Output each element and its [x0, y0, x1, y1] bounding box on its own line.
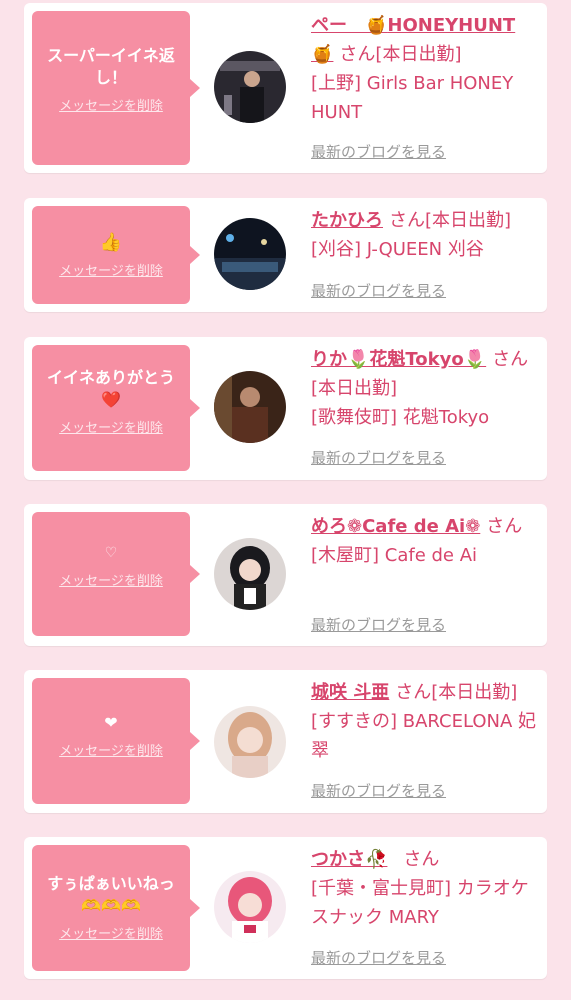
- cast-name-link[interactable]: つかさ🥀: [311, 849, 387, 870]
- shop-label: [すすきの] BARCELONA 妃翠: [311, 711, 537, 761]
- cast-info: 城咲 斗亜 さん[本日出勤] [すすきの] BARCELONA 妃翠: [311, 678, 543, 765]
- message-text: イイネありがとう❤️: [46, 368, 175, 409]
- shop-label: [歌舞伎町] 花魁Tokyo: [311, 407, 490, 428]
- cast-status: さん: [486, 516, 523, 537]
- message-bubble: ❤ メッセージを削除: [32, 678, 200, 804]
- avatar[interactable]: [214, 538, 286, 610]
- message-card: すぅぱぁいいねっ🫶🫶🫶 メッセージを削除 つかさ🥀 さん [千葉・富士見町] カラ…: [24, 837, 547, 979]
- message-card: スーパーイイネ返し！ メッセージを削除 ペー 🍯HONEYHUNT 🍯 さん[本日出…: [24, 3, 547, 173]
- avatar[interactable]: [214, 871, 286, 943]
- message-bubble: スーパーイイネ返し！ メッセージを削除: [32, 11, 200, 165]
- avatar[interactable]: [214, 218, 286, 290]
- message-card: イイネありがとう❤️ メッセージを削除 りか🌷花魁Tokyo🌷 さん[本日出勤] …: [24, 337, 547, 480]
- avatar[interactable]: [214, 51, 286, 123]
- avatar[interactable]: [214, 706, 286, 778]
- cast-info: たかひろ さん[本日出勤] [刈谷] J-QUEEN 刈谷: [311, 206, 543, 264]
- message-bubble: イイネありがとう❤️ メッセージを削除: [32, 345, 200, 471]
- latest-blog-link[interactable]: 最新のブログを見る: [311, 780, 446, 801]
- delete-message-link[interactable]: メッセージを削除: [59, 417, 163, 436]
- message-text: スーパーイイネ返し！: [47, 46, 175, 87]
- avatar[interactable]: [214, 371, 286, 443]
- cast-status: さん[本日出勤]: [389, 210, 512, 231]
- cast-name-link[interactable]: りか🌷花魁Tokyo🌷: [311, 349, 486, 370]
- cast-name-link[interactable]: 城咲 斗亜: [311, 682, 389, 703]
- cast-status: さん: [403, 849, 440, 870]
- cast-name-link[interactable]: たかひろ: [311, 210, 383, 231]
- shop-label: [上野] Girls Bar HONEY HUNT: [311, 73, 514, 123]
- cast-status: さん[本日出勤]: [395, 682, 518, 703]
- message-card: ♡ メッセージを削除 めろ❁Cafe de Ai❁ さん [木屋町] Cafe d…: [24, 504, 547, 646]
- shop-label: [千葉・富士見町] カラオケスナック MARY: [311, 878, 529, 928]
- honey-pot-icon: 🍯: [365, 15, 388, 36]
- message-bubble: すぅぱぁいいねっ🫶🫶🫶 メッセージを削除: [32, 845, 200, 971]
- message-list: スーパーイイネ返し！ メッセージを削除 ペー 🍯HONEYHUNT 🍯 さん[本日出…: [0, 0, 571, 1000]
- delete-message-link[interactable]: メッセージを削除: [59, 570, 163, 589]
- delete-message-link[interactable]: メッセージを削除: [59, 260, 163, 279]
- thumbs-up-icon: 👍: [99, 232, 123, 253]
- cast-status: さん[本日出勤]: [339, 44, 462, 65]
- heart-outline-icon: ♡: [104, 545, 118, 561]
- delete-message-link[interactable]: メッセージを削除: [59, 740, 163, 759]
- shop-label: [刈谷] J-QUEEN 刈谷: [311, 239, 484, 260]
- shop-label: [木屋町] Cafe de Ai: [311, 545, 478, 566]
- message-text: すぅぱぁいいねっ🫶🫶🫶: [47, 874, 175, 915]
- delete-message-link[interactable]: メッセージを削除: [59, 95, 163, 114]
- cast-info: めろ❁Cafe de Ai❁ さん [木屋町] Cafe de Ai: [311, 512, 543, 570]
- latest-blog-link[interactable]: 最新のブログを見る: [311, 947, 446, 968]
- latest-blog-link[interactable]: 最新のブログを見る: [311, 614, 446, 635]
- message-card: ❤ メッセージを削除 城咲 斗亜 さん[本日出勤] [すすきの] BARCELON…: [24, 670, 547, 813]
- latest-blog-link[interactable]: 最新のブログを見る: [311, 280, 446, 301]
- message-bubble: ♡ メッセージを削除: [32, 512, 200, 636]
- honey-pot-icon: 🍯: [311, 44, 334, 65]
- cast-name-link[interactable]: めろ❁Cafe de Ai❁: [311, 516, 480, 537]
- latest-blog-link[interactable]: 最新のブログを見る: [311, 141, 446, 162]
- cast-info: りか🌷花魁Tokyo🌷 さん[本日出勤] [歌舞伎町] 花魁Tokyo: [311, 345, 543, 432]
- delete-message-link[interactable]: メッセージを削除: [59, 923, 163, 942]
- message-bubble: 👍 メッセージを削除: [32, 206, 200, 304]
- heart-icon: ❤: [104, 713, 118, 732]
- cast-info: ペー 🍯HONEYHUNT 🍯 さん[本日出勤] [上野] Girls Bar HO…: [311, 11, 543, 127]
- latest-blog-link[interactable]: 最新のブログを見る: [311, 447, 446, 468]
- cast-info: つかさ🥀 さん [千葉・富士見町] カラオケスナック MARY: [311, 845, 543, 932]
- message-card: 👍 メッセージを削除 たかひろ さん[本日出勤] [刈谷] J-QUEEN 刈谷 …: [24, 198, 547, 312]
